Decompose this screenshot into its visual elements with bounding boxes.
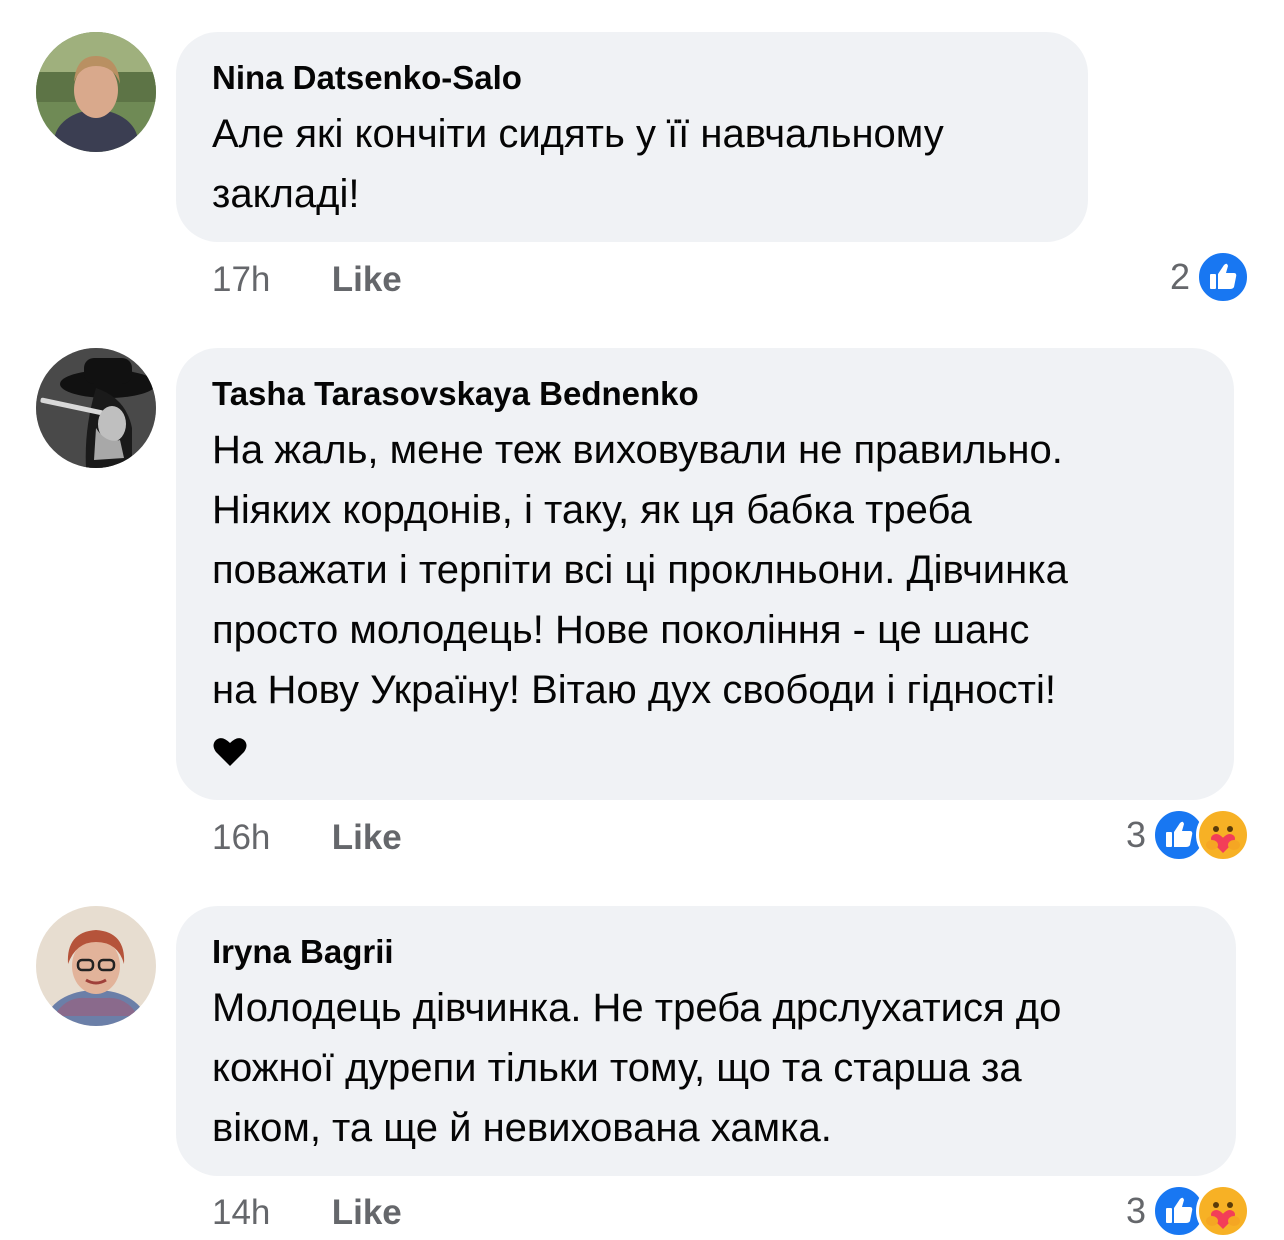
reaction-count: 2 — [1169, 256, 1190, 297]
reaction-count: 3 — [1125, 814, 1146, 855]
comment-text-line: Молодець дівчинка. Не треба дрслухатися … — [212, 986, 1062, 1030]
care-hug-icon — [1196, 1184, 1250, 1238]
like-button[interactable]: Like — [332, 260, 402, 299]
avatar-iryna[interactable] — [36, 906, 156, 1026]
reaction-summary[interactable]: 3 — [1125, 808, 1250, 862]
comment-text-line: Ніяких кордонів, і таку, як ця бабка тре… — [212, 488, 972, 532]
comment-text-line: Але які кончіти сидять у її навчальному — [212, 112, 944, 156]
avatar-nina[interactable] — [36, 32, 156, 152]
comment-meta: 17h Like — [212, 260, 402, 300]
comment-text-line: На жаль, мене теж виховували не правильн… — [212, 428, 1063, 472]
reaction-summary[interactable]: 2 — [1169, 250, 1250, 304]
comment-author[interactable]: Iryna Bagrii — [212, 932, 1200, 972]
reaction-count: 3 — [1125, 1190, 1146, 1231]
comment-bubble: Nina Datsenko-Salo Але які кончіти сидят… — [176, 32, 1088, 242]
like-button[interactable]: Like — [332, 818, 402, 857]
comment-bubble: Iryna Bagrii Молодець дівчинка. Не треба… — [176, 906, 1236, 1176]
comment-meta: 16h Like — [212, 818, 402, 858]
comment-timestamp[interactable]: 17h — [212, 260, 322, 300]
comment-text: Але які кончіти сидять у її навчальному … — [212, 104, 1052, 224]
comment-text-line: просто молодець! Нове покоління - це шан… — [212, 608, 1030, 652]
comment-text-line: кожної дурепи тільки тому, що та старша … — [212, 1046, 1022, 1090]
comment-text: Молодець дівчинка. Не треба дрслухатися … — [212, 978, 1200, 1158]
comment-text-line: поважати і терпіти всі ці проклньони. Ді… — [212, 548, 1068, 592]
comment-text-line: закладі! — [212, 172, 360, 216]
comment-author[interactable]: Nina Datsenko-Salo — [212, 58, 1052, 98]
comment-text-line: на Нову Україну! Вітаю дух свободи і гід… — [212, 668, 1056, 712]
thumbs-up-icon — [1196, 250, 1250, 304]
comment-bubble: Tasha Tarasovskaya Bednenko На жаль, мен… — [176, 348, 1234, 800]
reaction-summary[interactable]: 3 — [1125, 1184, 1250, 1238]
comment-text-line: віком, та ще й невихована хамка. — [212, 1106, 832, 1150]
comment-text: На жаль, мене теж виховували не правильн… — [212, 420, 1198, 780]
comment-timestamp[interactable]: 16h — [212, 818, 322, 858]
comment-emoji-line — [212, 720, 1198, 780]
like-button[interactable]: Like — [332, 1193, 402, 1232]
black-heart-icon — [213, 738, 247, 767]
comment-meta: 14h Like — [212, 1193, 402, 1233]
care-hug-icon — [1196, 808, 1250, 862]
comment-author[interactable]: Tasha Tarasovskaya Bednenko — [212, 374, 1198, 414]
comment-timestamp[interactable]: 14h — [212, 1193, 322, 1233]
avatar-tasha[interactable] — [36, 348, 156, 468]
